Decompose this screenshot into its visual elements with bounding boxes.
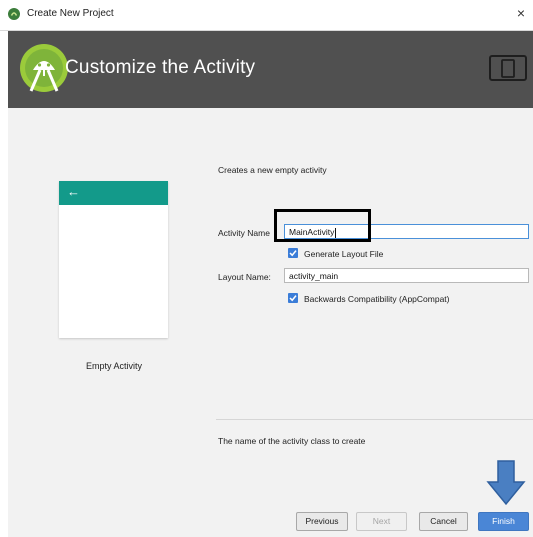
backwards-compat-label: Backwards Compatibility (AppCompat): [304, 294, 450, 304]
activity-template-preview[interactable]: ←: [59, 181, 168, 338]
page-title: Customize the Activity: [65, 57, 256, 78]
annotation-highlight-box: [274, 209, 371, 242]
activity-name-label: Activity Name: [218, 228, 270, 238]
previous-button[interactable]: Previous: [296, 512, 348, 531]
back-arrow-icon: ←: [67, 184, 80, 199]
header-banner: Customize the Activity: [8, 31, 533, 108]
close-icon[interactable]: ×: [517, 5, 525, 21]
finish-button[interactable]: Finish: [478, 512, 529, 531]
layout-name-value: activity_main: [289, 271, 339, 281]
window-titlebar: Create New Project ×: [0, 0, 533, 31]
checkmark-icon: [289, 250, 297, 257]
separator: [216, 419, 533, 420]
field-hint: The name of the activity class to create: [218, 436, 366, 446]
device-form-factor-icon: [489, 55, 527, 81]
generate-layout-checkbox[interactable]: [288, 248, 298, 258]
next-button[interactable]: Next: [356, 512, 407, 531]
activity-configuration-panel: ← Empty Activity Creates a new empty act…: [8, 108, 533, 537]
preview-app-bar: ←: [59, 181, 168, 205]
template-description: Creates a new empty activity: [218, 165, 327, 175]
window-title: Create New Project: [27, 8, 114, 19]
cancel-button[interactable]: Cancel: [419, 512, 468, 531]
android-studio-logo-icon: [20, 44, 68, 92]
android-studio-icon: [8, 8, 20, 20]
layout-name-input[interactable]: activity_main: [284, 268, 529, 283]
checkmark-icon: [289, 295, 297, 302]
backwards-compat-checkbox[interactable]: [288, 293, 298, 303]
down-arrow-annotation-icon: [486, 460, 526, 506]
layout-name-label: Layout Name:: [218, 272, 271, 282]
generate-layout-label: Generate Layout File: [304, 249, 384, 259]
template-name-label: Empty Activity: [85, 361, 142, 371]
